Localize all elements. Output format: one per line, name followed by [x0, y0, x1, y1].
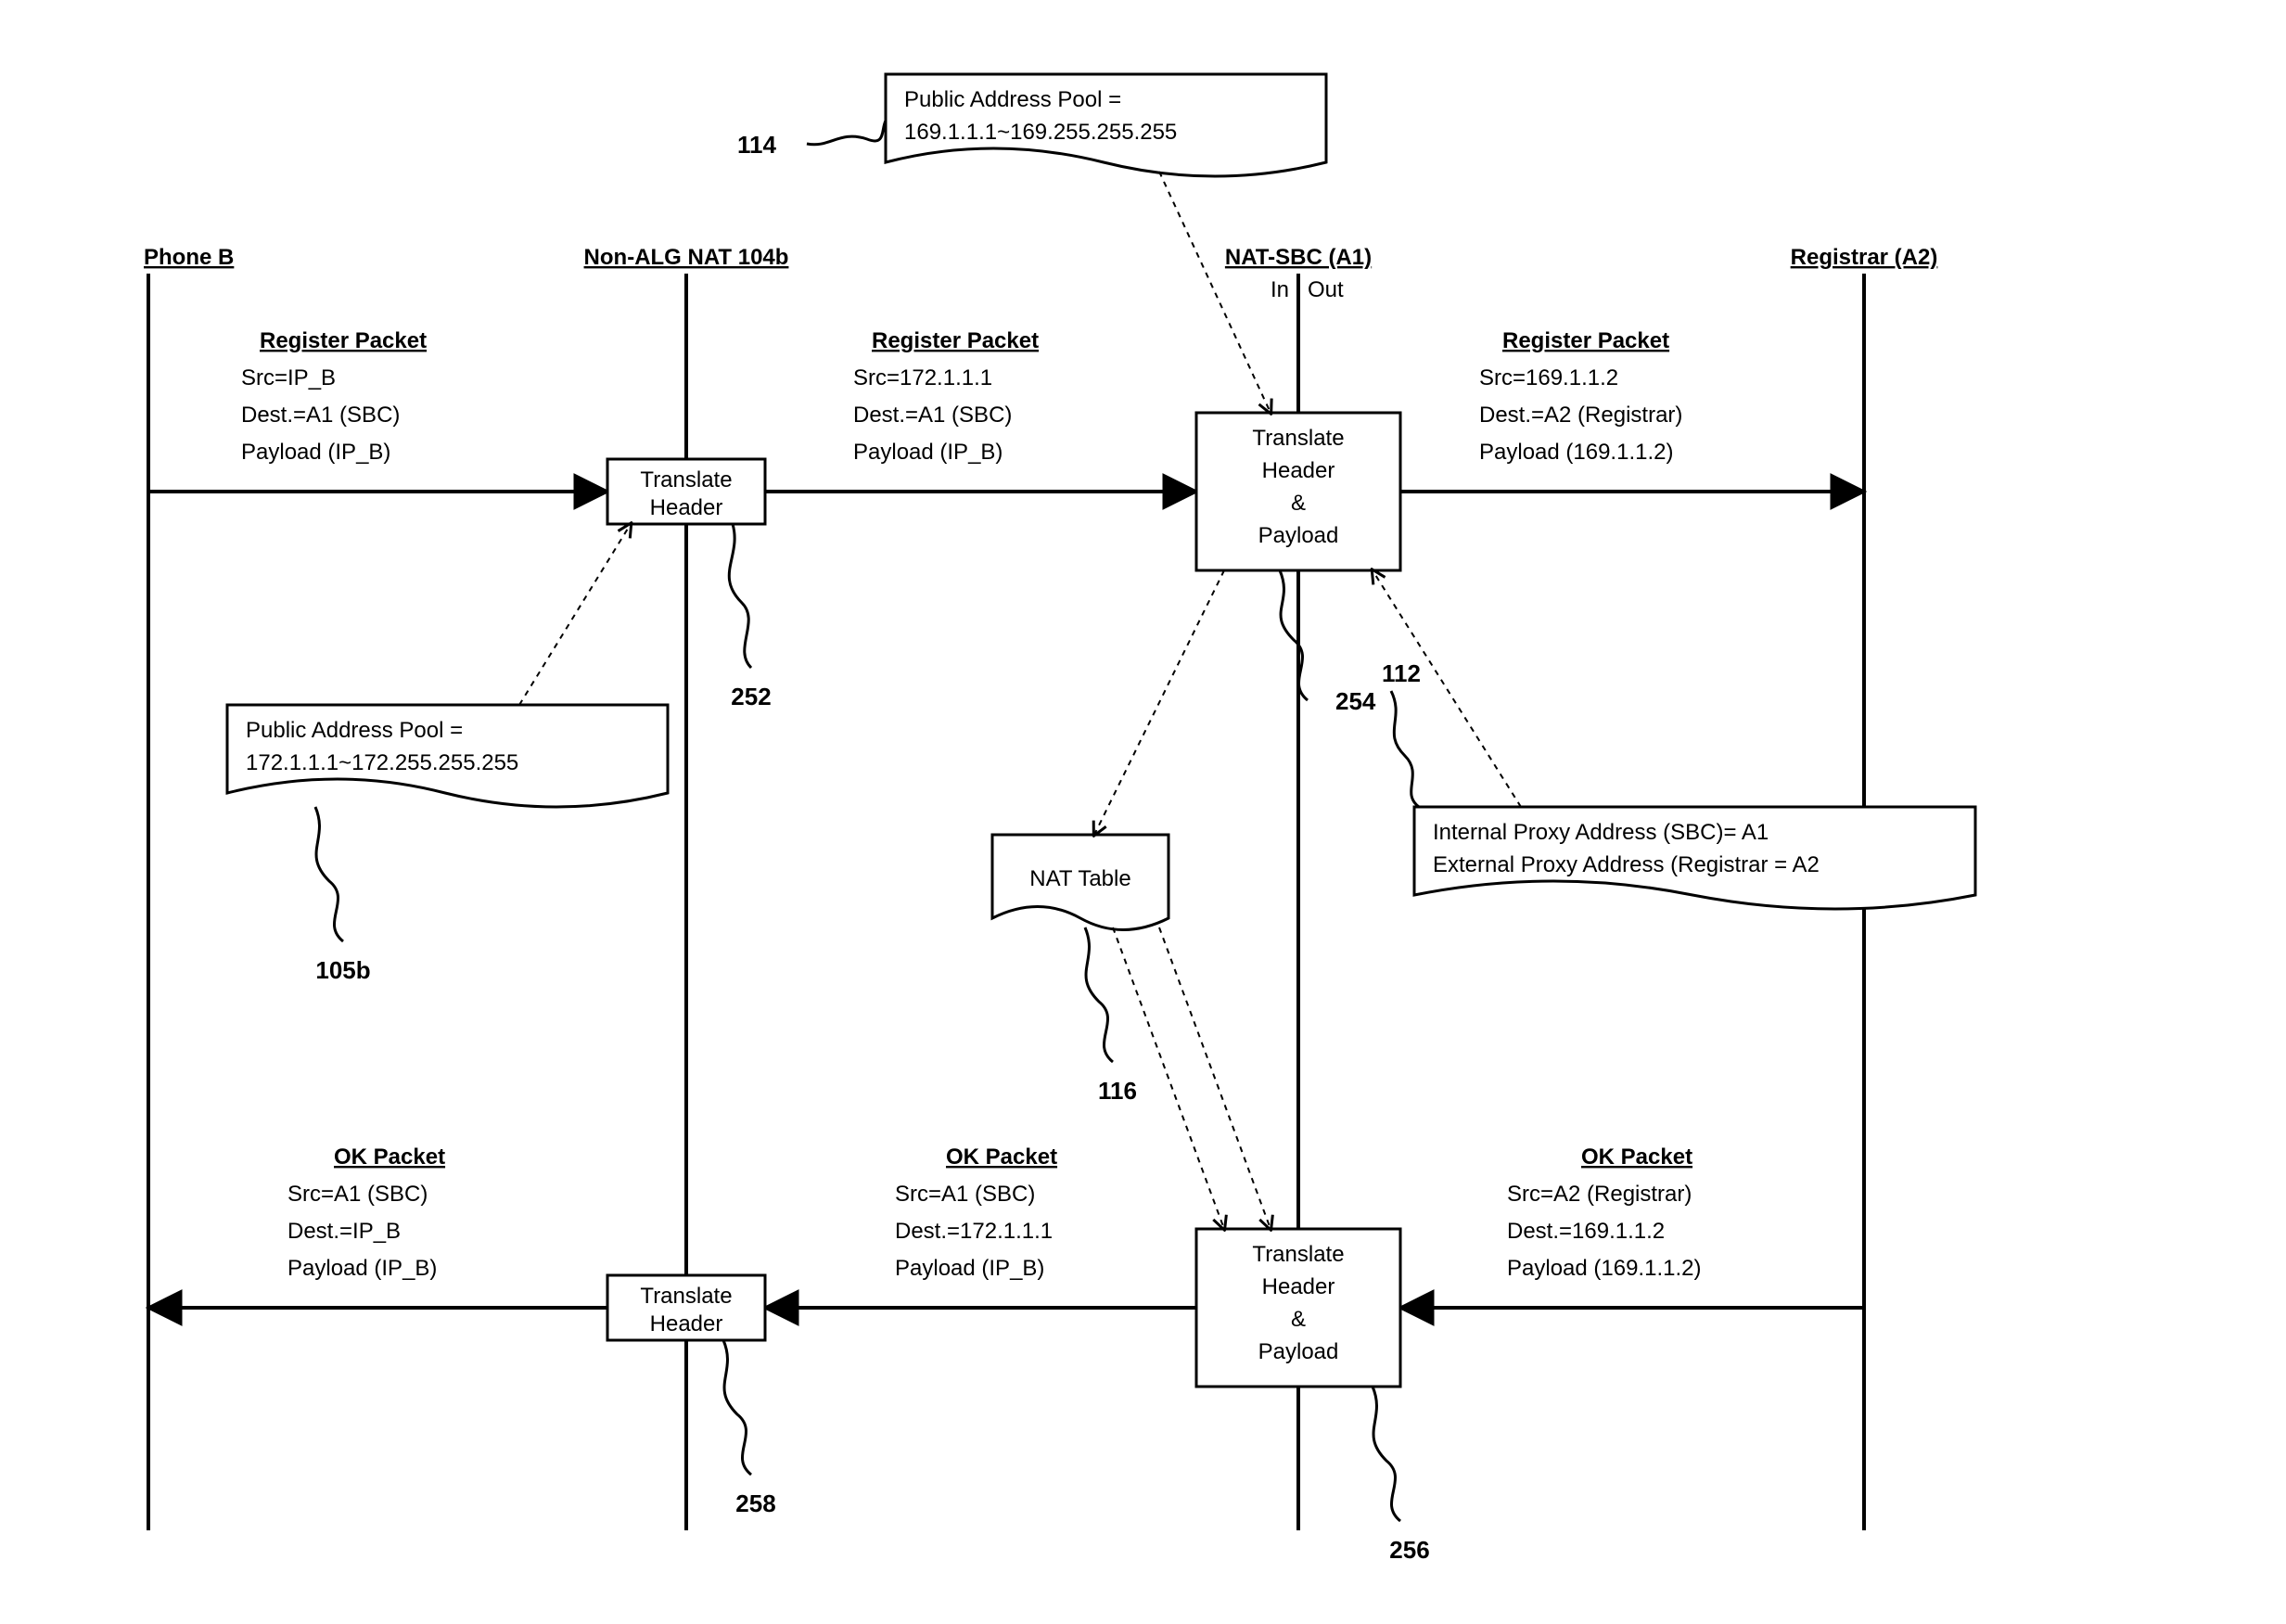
svg-text:Src=A2 (Registrar): Src=A2 (Registrar) — [1507, 1182, 1692, 1207]
svg-text:OK Packet: OK Packet — [1581, 1144, 1692, 1170]
lifeline-sbc-in: In — [1271, 277, 1289, 302]
svg-text:Dest.=A1 (SBC): Dest.=A1 (SBC) — [241, 403, 400, 428]
packet-reg-1: Register Packet Src=IP_B Dest.=A1 (SBC) … — [241, 328, 427, 465]
squiggle-116 — [1085, 927, 1113, 1062]
svg-text:Public Address Pool =: Public Address Pool = — [904, 87, 1121, 112]
svg-text:Register Packet: Register Packet — [260, 328, 427, 353]
svg-text:Dest.=172.1.1.1: Dest.=172.1.1.1 — [895, 1219, 1053, 1244]
svg-text:OK Packet: OK Packet — [334, 1144, 445, 1170]
squiggle-254 — [1280, 570, 1308, 700]
ref-114: 114 — [737, 131, 776, 159]
packet-ok-1: OK Packet Src=A2 (Registrar) Dest.=169.1… — [1507, 1144, 1701, 1281]
packet-ok-2: OK Packet Src=A1 (SBC) Dest.=172.1.1.1 P… — [895, 1144, 1057, 1281]
svg-text:OK Packet: OK Packet — [946, 1144, 1057, 1170]
svg-text:&: & — [1291, 491, 1306, 516]
lifeline-sbc: NAT-SBC (A1) — [1225, 245, 1372, 270]
box-translate-hp-2: Translate Header & Payload — [1196, 1229, 1400, 1387]
dotted-112-to-sbc1 — [1373, 570, 1521, 807]
svg-text:Register Packet: Register Packet — [872, 328, 1039, 353]
box-translate-header-1: Translate Header — [607, 459, 765, 524]
svg-text:Translate: Translate — [640, 1284, 732, 1309]
svg-text:Src=A1 (SBC): Src=A1 (SBC) — [287, 1182, 428, 1207]
svg-text:&: & — [1291, 1307, 1306, 1332]
note-nat-table: NAT Table — [992, 835, 1169, 930]
box-translate-header-2: Translate Header — [607, 1275, 765, 1340]
ref-105b: 105b — [315, 956, 370, 984]
svg-text:Payload (169.1.1.2): Payload (169.1.1.2) — [1507, 1256, 1701, 1281]
ref-116: 116 — [1098, 1077, 1137, 1105]
svg-text:Payload (169.1.1.2): Payload (169.1.1.2) — [1479, 440, 1673, 465]
svg-text:Translate: Translate — [640, 467, 732, 492]
svg-text:Payload (IP_B): Payload (IP_B) — [287, 1256, 437, 1281]
svg-text:External Proxy Address (Regist: External Proxy Address (Registrar = A2 — [1433, 852, 1820, 877]
squiggle-256 — [1373, 1387, 1400, 1521]
ref-254: 254 — [1335, 687, 1376, 715]
dotted-sbc1-to-nattable — [1094, 570, 1224, 835]
dotted-105b-to-th1 — [519, 524, 631, 705]
squiggle-252 — [729, 524, 751, 668]
svg-text:Internal Proxy Address (SBC)=: Internal Proxy Address (SBC)= A1 — [1433, 820, 1769, 845]
svg-text:Header: Header — [1262, 458, 1335, 483]
svg-text:Translate: Translate — [1252, 1242, 1344, 1267]
svg-text:Dest.=A2 (Registrar): Dest.=A2 (Registrar) — [1479, 403, 1682, 428]
ref-256: 256 — [1389, 1536, 1429, 1564]
svg-text:Src=A1 (SBC): Src=A1 (SBC) — [895, 1182, 1035, 1207]
svg-text:Src=IP_B: Src=IP_B — [241, 365, 336, 390]
svg-text:Header: Header — [650, 495, 723, 520]
ref-258: 258 — [735, 1490, 775, 1517]
lifeline-sbc-out: Out — [1308, 277, 1344, 302]
lifeline-registrar: Registrar (A2) — [1791, 245, 1938, 270]
packet-reg-2: Register Packet Src=172.1.1.1 Dest.=A1 (… — [853, 328, 1039, 465]
note-pool-105b: Public Address Pool = 172.1.1.1~172.255.… — [227, 705, 668, 807]
note-proxy-112: Internal Proxy Address (SBC)= A1 Externa… — [1414, 807, 1975, 909]
lifeline-nat: Non-ALG NAT 104b — [584, 245, 789, 270]
svg-text:172.1.1.1~172.255.255.255: 172.1.1.1~172.255.255.255 — [246, 750, 518, 775]
squiggle-258 — [723, 1340, 751, 1475]
squiggle-114 — [807, 121, 886, 145]
svg-text:Payload (IP_B): Payload (IP_B) — [853, 440, 1003, 465]
svg-text:Payload: Payload — [1258, 1339, 1339, 1364]
svg-text:Src=172.1.1.1: Src=172.1.1.1 — [853, 365, 992, 390]
svg-text:Src=169.1.1.2: Src=169.1.1.2 — [1479, 365, 1618, 390]
svg-text:Dest.=IP_B: Dest.=IP_B — [287, 1219, 401, 1244]
svg-text:Header: Header — [650, 1311, 723, 1336]
note-pool-114: Public Address Pool = 169.1.1.1~169.255.… — [886, 74, 1326, 176]
squiggle-112 — [1391, 691, 1419, 807]
packet-ok-3: OK Packet Src=A1 (SBC) Dest.=IP_B Payloa… — [287, 1144, 445, 1281]
svg-text:NAT Table: NAT Table — [1029, 866, 1130, 891]
svg-text:Payload: Payload — [1258, 523, 1339, 548]
dotted-114-to-sbc — [1159, 172, 1271, 413]
ref-252: 252 — [731, 683, 771, 710]
svg-text:Header: Header — [1262, 1274, 1335, 1299]
svg-text:Dest.=A1 (SBC): Dest.=A1 (SBC) — [853, 403, 1012, 428]
svg-text:Payload (IP_B): Payload (IP_B) — [241, 440, 390, 465]
ref-112: 112 — [1382, 659, 1421, 687]
svg-text:Public Address Pool =: Public Address Pool = — [246, 718, 463, 743]
svg-text:Payload (IP_B): Payload (IP_B) — [895, 1256, 1044, 1281]
packet-reg-3: Register Packet Src=169.1.1.2 Dest.=A2 (… — [1479, 328, 1682, 465]
squiggle-105b — [315, 807, 343, 941]
box-translate-hp-1: Translate Header & Payload — [1196, 413, 1400, 570]
lifeline-phone-b: Phone B — [144, 245, 234, 270]
svg-text:Register Packet: Register Packet — [1502, 328, 1669, 353]
svg-text:Translate: Translate — [1252, 426, 1344, 451]
svg-text:Dest.=169.1.1.2: Dest.=169.1.1.2 — [1507, 1219, 1665, 1244]
svg-text:169.1.1.1~169.255.255.255: 169.1.1.1~169.255.255.255 — [904, 120, 1177, 145]
dotted-nattable-to-sbc2b — [1159, 927, 1271, 1229]
